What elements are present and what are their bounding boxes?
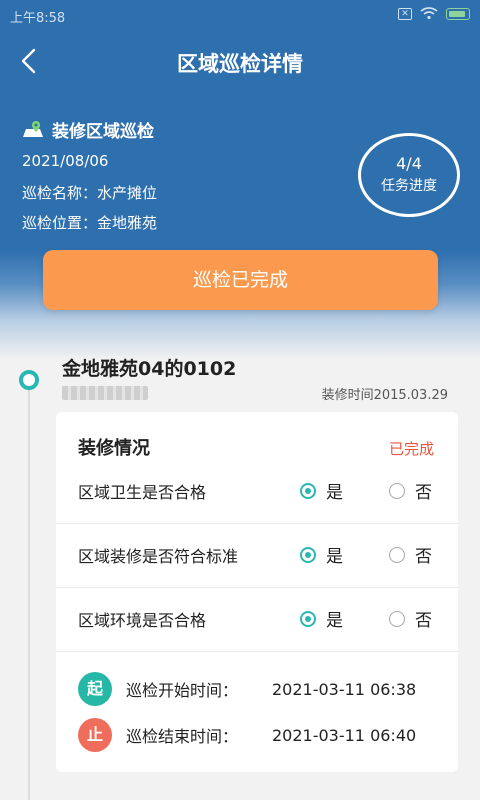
progress-label: 任务进度	[381, 178, 437, 194]
radio-unchecked-icon	[389, 546, 405, 563]
radio-checked-icon	[300, 546, 316, 563]
status-time: 上午8:58	[10, 11, 66, 26]
decoration-card: 装修情况 已完成 区域卫生是否合格 是 否 区域装修是否符合标准 是 否 区域环…	[56, 412, 458, 772]
option-no[interactable]: 否	[389, 478, 432, 503]
end-time-label: 巡检结束时间：	[126, 727, 239, 746]
status-icons: ✕	[398, 7, 470, 20]
option-yes-label: 是	[326, 547, 343, 567]
status-bar: 上午8:58 ✕	[0, 0, 480, 30]
inspection-complete-button[interactable]: 巡检已完成	[43, 250, 438, 310]
option-no[interactable]: 否	[389, 542, 432, 567]
task-progress-ring: 4/4 任务进度	[358, 133, 460, 217]
inspection-type: 装修区域巡检	[52, 121, 154, 142]
progress-count: 4/4	[396, 154, 422, 173]
battery-icon	[446, 7, 470, 20]
option-no-label: 否	[415, 611, 432, 631]
question-row: 区域环境是否合格 是 否	[56, 588, 458, 652]
option-yes[interactable]: 是	[300, 542, 343, 567]
page-title: 区域巡检详情	[177, 52, 303, 76]
question-text: 区域装修是否符合标准	[78, 547, 239, 566]
start-time-row: 起 巡检开始时间： 2021-03-11 06:38	[78, 672, 416, 706]
start-time-label: 巡检开始时间：	[126, 681, 239, 700]
option-yes[interactable]: 是	[300, 606, 343, 631]
radio-unchecked-icon	[389, 482, 405, 499]
inspection-type-row: 装修区域巡检	[22, 116, 157, 142]
map-pin-icon	[23, 121, 43, 137]
question-text: 区域环境是否合格	[78, 611, 207, 630]
status-badge: 已完成	[388, 440, 434, 458]
option-no-label: 否	[415, 483, 432, 503]
timeline-dot	[19, 370, 39, 390]
inspection-name: 巡检名称：水产摊位	[22, 184, 158, 202]
inspection-info: 装修区域巡检 2021/08/06 巡检名称：水产摊位 巡检位置：金地雅苑	[22, 116, 157, 232]
question-text: 区域卫生是否合格	[78, 483, 207, 502]
option-yes[interactable]: 是	[300, 478, 343, 503]
radio-checked-icon	[300, 610, 316, 627]
option-yes-label: 是	[326, 483, 343, 503]
no-sim-icon: ✕	[398, 7, 412, 20]
option-no-label: 否	[415, 547, 432, 567]
masked-phone-number	[62, 386, 148, 400]
inspection-location: 巡检位置：金地雅苑	[22, 214, 158, 232]
option-yes-label: 是	[326, 611, 343, 631]
card-title: 装修情况	[78, 438, 150, 459]
start-time-value: 2021-03-11 06:38	[272, 679, 417, 699]
timeline-line	[28, 380, 30, 800]
inspection-date: 2021/08/06	[22, 152, 109, 170]
question-row: 区域卫生是否合格 是 否	[56, 460, 458, 524]
question-row: 区域装修是否符合标准 是 否	[56, 524, 458, 588]
end-badge-icon: 止	[78, 718, 112, 752]
option-no[interactable]: 否	[389, 606, 432, 631]
wifi-icon	[420, 7, 438, 20]
site-name: 金地雅苑04的0102	[62, 358, 237, 380]
start-badge-icon: 起	[78, 672, 112, 706]
end-time-row: 止 巡检结束时间： 2021-03-11 06:40	[78, 718, 416, 752]
radio-checked-icon	[300, 482, 316, 499]
decoration-time: 装修时间2015.03.29	[321, 388, 448, 403]
end-time-value: 2021-03-11 06:40	[272, 725, 417, 745]
radio-unchecked-icon	[389, 610, 405, 627]
